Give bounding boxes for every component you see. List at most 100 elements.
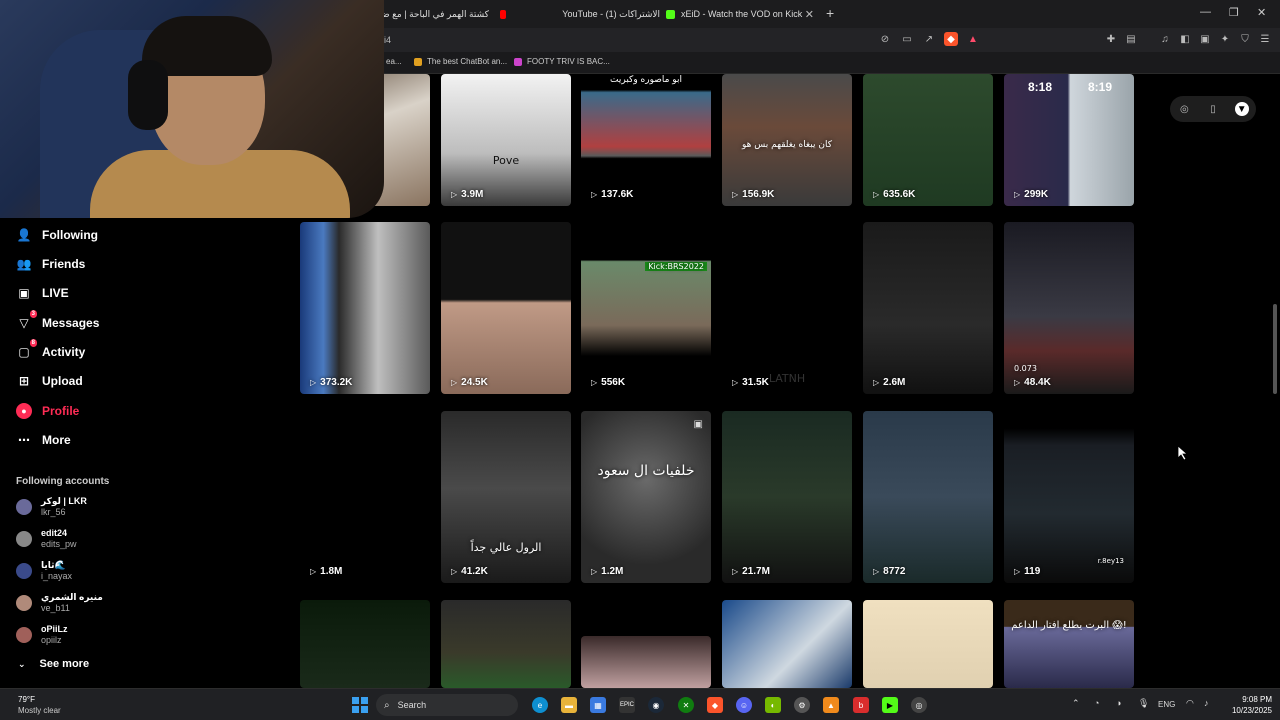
video-tile[interactable]: ▷ 2.6M [863,222,993,394]
tray-app-icon[interactable]: ◔ [1094,698,1099,708]
compass-icon[interactable]: ◎ [1177,102,1191,116]
video-tile[interactable]: خلفيات ال سعود ▣ ▷ 1.2M [581,411,711,583]
close-icon[interactable]: ✕ [805,8,814,21]
video-tile[interactable]: Kick:BRS2022 ▷ 556K [581,222,711,394]
following-account[interactable]: edit24 edits_pw [16,528,77,550]
video-tile[interactable]: ▷ 21.7M [722,411,852,583]
video-tile[interactable]: ▷ 1.8M [300,411,430,583]
new-tab-button[interactable]: + [826,5,834,21]
chevron-up-icon[interactable]: ⌃ [1072,698,1080,709]
video-tile[interactable]: الرول عالي جداً ▷ 41.2K [441,411,571,583]
puzzle-icon[interactable]: ✚ [1104,32,1118,46]
settings-icon[interactable]: ⚙ [794,697,810,713]
bookmark-item[interactable]: The best ChatBot an... [414,57,507,66]
video-tile[interactable] [722,600,852,688]
avatar [16,499,32,515]
kick-icon[interactable]: ▶ [882,697,898,713]
vlc-icon[interactable]: ▲ [823,697,839,713]
following-account[interactable]: منيره الشمري ve_b11 [16,592,103,614]
video-caption: خلفيات ال سعود [597,463,695,479]
discord-icon[interactable]: ☺ [736,697,752,713]
edge-icon[interactable]: e [532,697,548,713]
video-tile[interactable]: r.8ey13 ▷ 119 [1004,411,1134,583]
menu-icon[interactable]: ☰ [1258,32,1272,46]
video-tile[interactable] [863,600,993,688]
sidebar-item-upload[interactable]: ⊞ Upload [16,370,83,392]
sidebar-item-activity[interactable]: ▢ 8 Activity [16,339,85,363]
video-tile[interactable]: 8:18 8:19 ▷ 299K [1004,74,1134,206]
music-icon[interactable]: ♫ [1158,32,1172,46]
following-account[interactable]: ثايا🌊 i_nayax [16,560,72,582]
start-icon[interactable] [352,697,368,713]
play-icon: ▷ [1014,567,1021,576]
sidebar-item-messages[interactable]: ▽ 3 Messages [16,310,99,334]
rewards-icon[interactable]: ▲ [966,32,980,46]
wallet-icon[interactable]: ▣ [1198,32,1212,46]
bookmark-item[interactable]: FOOTY TRIV IS BAC... [514,57,610,66]
sidebar-item-label: More [42,433,71,447]
xbox-icon[interactable]: ✕ [678,697,694,713]
video-tile[interactable] [300,600,430,688]
video-tile[interactable]: ▷ 635.6K [863,74,993,206]
video-tile[interactable]: LATNH ▷ 31.5K [722,222,852,394]
following-account[interactable]: oPiiLz opiilz [16,624,68,646]
weather-widget[interactable]: 79°F Mostly clear [18,694,61,716]
sidebar-item-friends[interactable]: 👥 Friends [16,253,86,275]
video-tile[interactable]: Pove ▷ 3.9M [441,74,571,206]
brave-shield-icon[interactable]: ◆ [944,32,958,46]
video-tile[interactable]: ▷ 24.5K [441,222,571,394]
following-account[interactable]: لوكر | LKR lkr_56 [16,496,87,518]
close-window-icon[interactable]: ✕ [1257,6,1266,19]
epic-icon[interactable]: EPIC [619,697,635,713]
view-count: ▷ 41.2K [451,566,488,577]
minimize-icon[interactable]: — [1200,6,1211,18]
leo-icon[interactable]: ✦ [1218,32,1232,46]
weather-condition: Mostly clear [18,706,61,715]
sidebar-item-live[interactable]: ▣ LIVE [16,282,68,304]
taskbar-clock[interactable]: 9:08 PM 10/23/2025 [1222,694,1272,716]
screen-icon[interactable]: ▭ [900,32,914,46]
share-icon[interactable]: ↗ [922,32,936,46]
sidebar-item-more[interactable]: ⋯ More [16,429,71,451]
vpn-icon[interactable]: ⛉ [1238,32,1252,46]
scrollbar-thumb[interactable] [1273,304,1277,394]
url-field[interactable]: i4 [384,35,391,45]
speaker-icon[interactable]: ♪ [1204,698,1209,708]
video-tile[interactable]: 0.073 ▷ 48.4K [1004,222,1134,394]
see-more-button[interactable]: ⌄ See more [18,658,89,670]
microphone-icon[interactable]: 🎙 [1138,698,1149,709]
taskbar-search[interactable]: ⌕ Search [376,694,518,716]
browser-tab[interactable]: xEiD - Watch the VOD on Kick ✕ [666,4,818,24]
sidebar-item-profile[interactable]: ● Profile [16,400,79,422]
language-indicator[interactable]: ENG [1158,700,1175,709]
video-tile[interactable]: كان يبغاه يغلقهم بس هو ▷ 156.9K [722,74,852,206]
wifi-icon[interactable]: ◠ [1186,698,1194,709]
video-tile[interactable]: البرت يطلع افتار الداعم 😱! [1004,600,1134,688]
browser-tab[interactable]: YouTube - (1) الاشتراكات [500,4,660,24]
scrollbar[interactable] [1272,74,1278,688]
sidebar-toggle-icon[interactable]: ◧ [1178,32,1192,46]
video-tile[interactable] [441,600,571,688]
avatar [16,563,32,579]
steam-icon[interactable]: ◉ [648,697,664,713]
video-tile[interactable]: ▷ 8772 [863,411,993,583]
no-tracking-icon[interactable]: ⊘ [878,32,892,46]
restore-icon[interactable]: ❐ [1229,6,1239,19]
video-tile[interactable]: ابو ماصوره وكبريت ▷ 137.6K [581,74,711,206]
video-tile[interactable] [581,636,711,688]
extension-icons: ✚ ▤ ♫ ◧ ▣ ✦ ⛉ ☰ [1104,32,1272,46]
store-icon[interactable]: ▦ [590,697,606,713]
brave-icon[interactable]: ◆ [707,697,723,713]
video-tile[interactable]: ▷ 373.2K [300,222,430,394]
folder-icon[interactable]: ▬ [561,697,577,713]
bookmark-item[interactable]: ea... [386,57,402,66]
sidebar-item-following[interactable]: 👤 Following [16,224,98,246]
paper-plane-icon: ▽ 3 [19,310,37,330]
app-red-icon[interactable]: b [853,697,869,713]
tray-app-icon[interactable]: ◑ [1116,698,1121,708]
phone-icon[interactable]: ▯ [1206,102,1220,116]
obs-icon[interactable]: ◎ [911,697,927,713]
reader-icon[interactable]: ▤ [1124,32,1138,46]
nvidia-icon[interactable]: ◐ [765,697,781,713]
tiktok-profile-icon[interactable]: ▼ [1234,102,1249,116]
